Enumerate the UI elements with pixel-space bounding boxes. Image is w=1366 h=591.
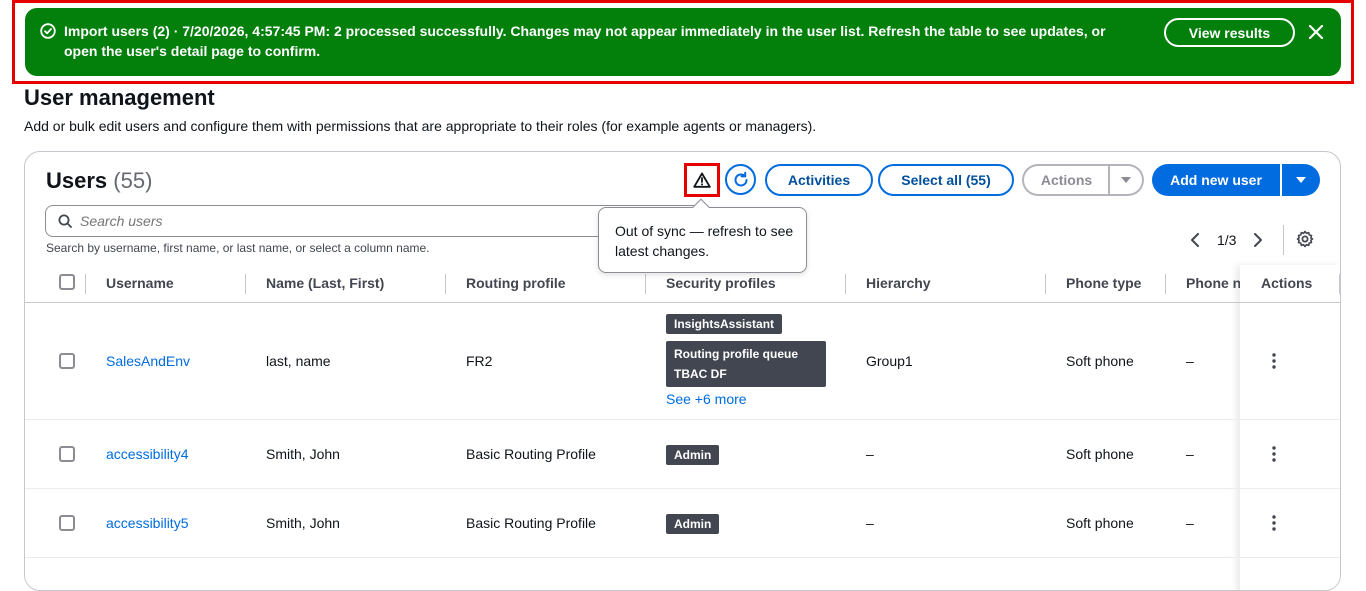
close-icon[interactable]	[1306, 22, 1326, 42]
badge-line: Routing profile queue	[674, 347, 798, 361]
column-header-routing-profile[interactable]: Routing profile	[466, 275, 566, 291]
see-more-link[interactable]: See +6 more	[666, 391, 747, 407]
hierarchy: Group1	[866, 353, 913, 369]
routing-profile: Basic Routing Profile	[466, 446, 596, 462]
users-heading-title: Users	[46, 168, 108, 193]
phone-number: –	[1186, 515, 1194, 531]
username-link[interactable]: accessibility4	[106, 446, 188, 462]
routing-profile: Basic Routing Profile	[466, 515, 596, 531]
security-profile-badge: InsightsAssistant	[666, 314, 783, 334]
refresh-icon	[734, 171, 747, 186]
select-all-checkbox[interactable]	[59, 274, 75, 290]
tooltip-arrow	[692, 198, 710, 216]
table-row: accessibility5 Smith, John Basic Routing…	[25, 489, 1340, 558]
select-all-button[interactable]: Select all (55)	[878, 164, 1014, 196]
user-name: last, name	[266, 353, 331, 369]
success-check-icon	[40, 23, 56, 39]
chevron-right-icon[interactable]	[1248, 230, 1268, 250]
pagination: 1/3	[1185, 228, 1268, 252]
add-new-user-button[interactable]: Add new user	[1152, 164, 1280, 196]
page-description: Add or bulk edit users and configure the…	[24, 118, 817, 134]
table-row: accessibility4 Smith, John Basic Routing…	[25, 420, 1340, 489]
phone-number: –	[1186, 446, 1194, 462]
security-profile-badge: Admin	[666, 445, 720, 465]
row-checkbox[interactable]	[59, 353, 75, 369]
users-heading: Users (55)	[46, 167, 152, 195]
column-header-username[interactable]: Username	[106, 275, 174, 291]
column-header-name[interactable]: Name (Last, First)	[266, 275, 384, 291]
column-header-phone-number[interactable]: Phone n	[1186, 275, 1240, 291]
gear-icon[interactable]	[1296, 230, 1314, 248]
users-table-container: Users (55) Activities Select all (55) Ac…	[24, 151, 1341, 591]
page-title: User management	[24, 85, 215, 110]
column-separator	[1045, 274, 1046, 294]
username-link[interactable]: SalesAndEnv	[106, 353, 190, 369]
column-separator	[85, 274, 86, 294]
pager-divider	[1283, 225, 1284, 255]
column-header-phone-type[interactable]: Phone type	[1066, 275, 1141, 291]
column-header-actions: Actions	[1261, 275, 1333, 291]
column-separator	[645, 274, 646, 294]
tooltip-text: Out of sync — refresh to see latest chan…	[615, 223, 794, 259]
row-checkbox[interactable]	[59, 446, 75, 462]
activities-button[interactable]: Activities	[765, 164, 873, 196]
column-separator	[1165, 274, 1166, 294]
search-input[interactable]	[80, 207, 680, 235]
row-checkbox[interactable]	[59, 515, 75, 531]
view-results-button[interactable]: View results	[1164, 18, 1295, 47]
security-profile-badge: Admin	[666, 514, 720, 534]
phone-type: Soft phone	[1066, 446, 1134, 462]
caret-down-icon	[1120, 177, 1131, 183]
success-flash-banner: Import users (2) · 7/20/2026, 4:57:45 PM…	[25, 8, 1341, 76]
badge-line: TBAC DF	[674, 367, 727, 381]
user-name: Smith, John	[266, 515, 340, 531]
more-vertical-icon[interactable]	[1272, 515, 1276, 531]
search-hint: Search by username, first name, or last …	[46, 241, 430, 255]
actions-button[interactable]: Actions	[1022, 164, 1110, 196]
column-separator	[1339, 274, 1340, 294]
add-user-dropdown[interactable]	[1282, 164, 1320, 196]
caret-down-icon	[1296, 177, 1306, 183]
chevron-left-icon[interactable]	[1185, 230, 1205, 250]
more-vertical-icon[interactable]	[1272, 353, 1276, 369]
refresh-button[interactable]	[725, 164, 756, 195]
flash-message: Import users (2) · 7/20/2026, 4:57:45 PM…	[64, 23, 1106, 59]
user-name: Smith, John	[266, 446, 340, 462]
phone-number: –	[1186, 353, 1194, 369]
username-link[interactable]: accessibility5	[106, 515, 188, 531]
out-of-sync-tooltip: Out of sync — refresh to see latest chan…	[598, 198, 807, 273]
table-row: SalesAndEnv last, name FR2 InsightsAssis…	[25, 304, 1340, 420]
users-count: (55)	[113, 168, 153, 193]
column-header-security-profiles[interactable]: Security profiles	[666, 275, 776, 291]
out-of-sync-indicator[interactable]	[684, 163, 720, 197]
phone-type: Soft phone	[1066, 515, 1134, 531]
security-profile-badge: Routing profile queue TBAC DF	[666, 341, 826, 387]
warning-icon	[693, 172, 711, 188]
page-number: 1/3	[1217, 232, 1237, 248]
column-separator	[445, 274, 446, 294]
hierarchy: –	[866, 515, 874, 531]
column-separator	[845, 274, 846, 294]
search-icon	[58, 214, 72, 228]
more-vertical-icon[interactable]	[1272, 446, 1276, 462]
phone-type: Soft phone	[1066, 353, 1134, 369]
actions-dropdown[interactable]	[1108, 164, 1144, 196]
column-separator	[245, 274, 246, 294]
column-header-hierarchy[interactable]: Hierarchy	[866, 275, 931, 291]
hierarchy: –	[866, 446, 874, 462]
routing-profile: FR2	[466, 353, 493, 369]
